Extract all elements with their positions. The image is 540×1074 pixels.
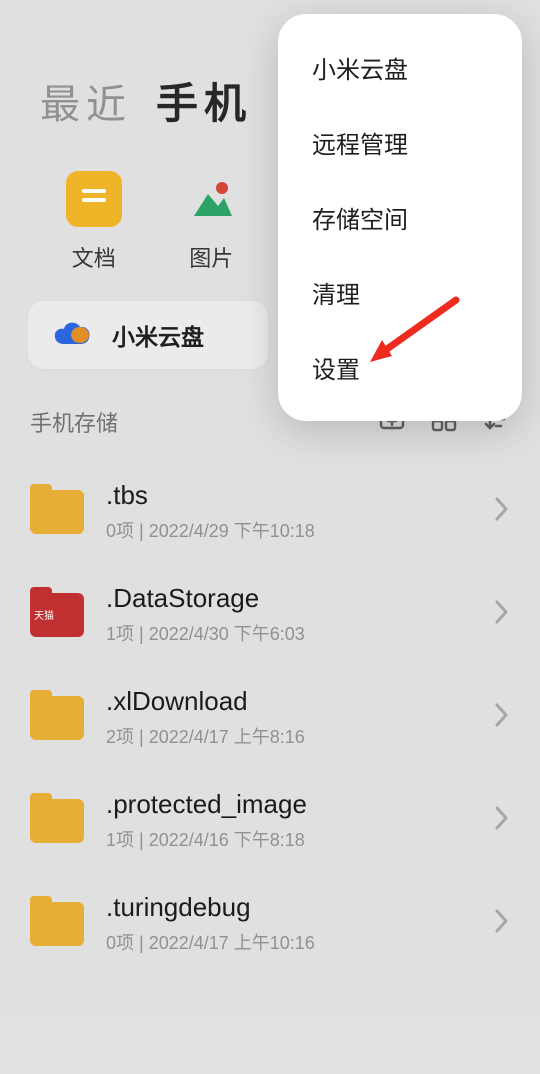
folder-icon xyxy=(30,696,84,740)
folder-icon xyxy=(30,490,84,534)
menu-item-cloud[interactable]: 小米云盘 xyxy=(278,30,522,105)
doc-icon xyxy=(66,171,122,227)
folder-icon xyxy=(30,799,84,843)
menu-item-clean[interactable]: 清理 xyxy=(278,255,522,330)
menu-item-remote[interactable]: 远程管理 xyxy=(278,105,522,180)
folder-badge: 天猫 xyxy=(34,607,54,622)
folder-icon: 天猫 xyxy=(30,593,84,637)
overflow-menu: 小米云盘 远程管理 存储空间 清理 设置 xyxy=(278,14,522,421)
folder-icon xyxy=(30,902,84,946)
menu-item-storage[interactable]: 存储空间 xyxy=(278,180,522,255)
menu-item-settings[interactable]: 设置 xyxy=(278,330,522,405)
